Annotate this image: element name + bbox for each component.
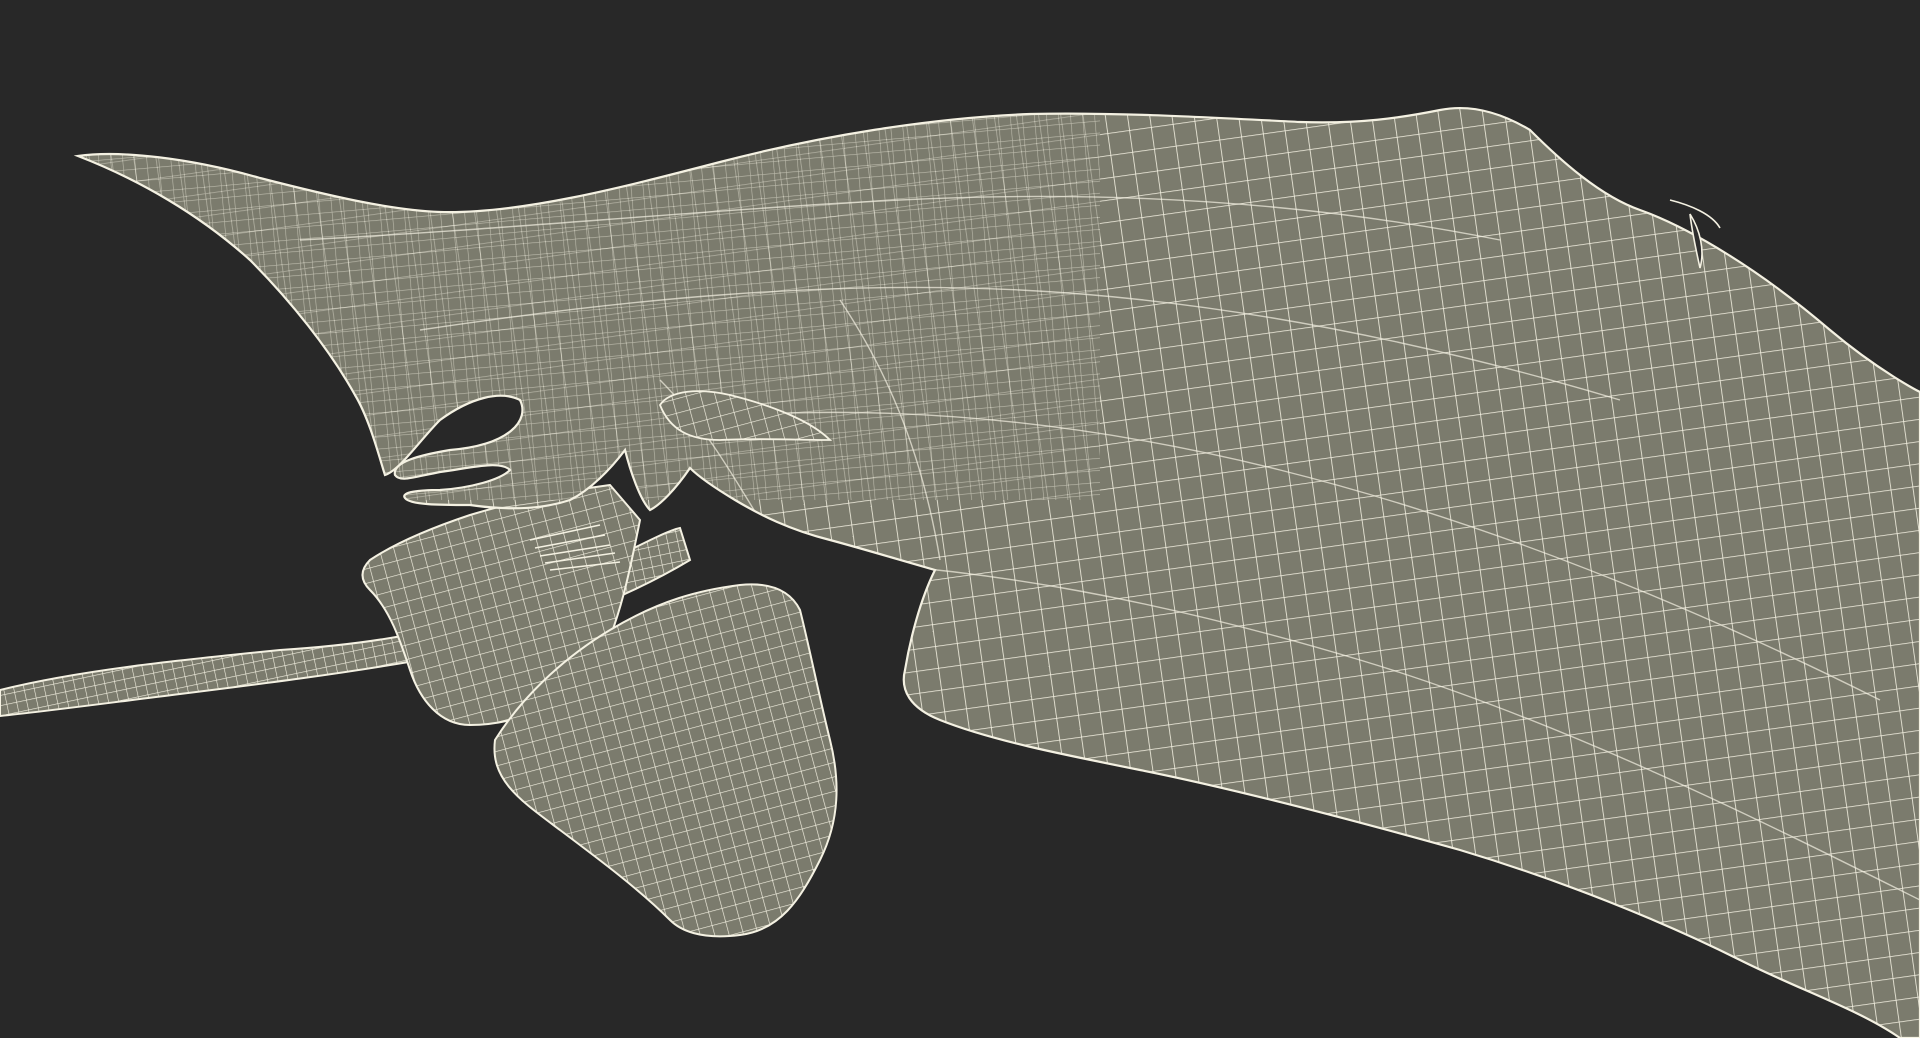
- 3d-render-viewport: [0, 0, 1920, 1038]
- stingray-wireframe-render: [0, 0, 1920, 1038]
